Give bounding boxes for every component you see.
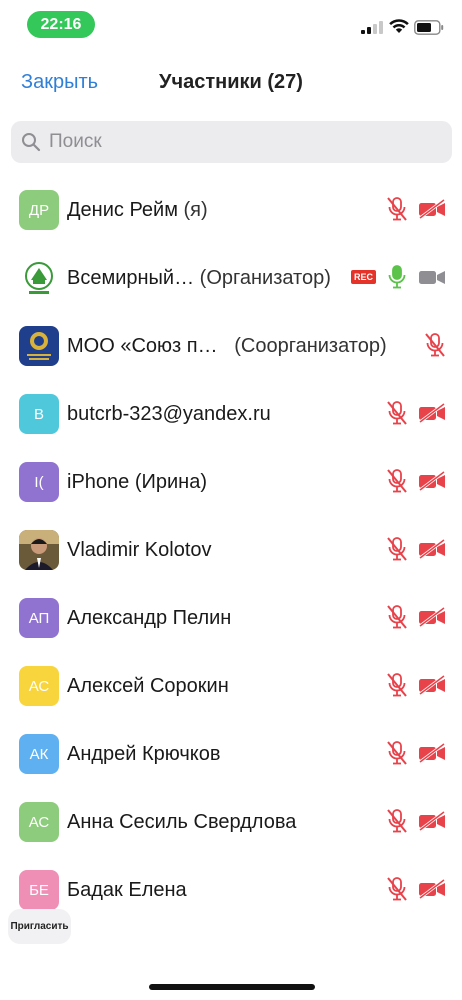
participant-name-text: Анна Сесиль Свердлова (67, 811, 297, 833)
participant-status-icons (424, 332, 446, 358)
participants-list: ДР Денис Рейм (я) Всемирный… (Организатор)… (0, 176, 462, 924)
search-input[interactable] (47, 130, 431, 154)
participant-status-icons (386, 400, 446, 426)
status-bar: 22:16 (0, 0, 462, 48)
participant-name-text: Vladimir Kolotov (67, 539, 212, 561)
microphone-muted-icon[interactable] (386, 468, 408, 494)
participant-role: (я) (183, 199, 208, 221)
participant-row[interactable]: АП Александр Пелин (0, 584, 462, 652)
participant-row[interactable]: Vladimir Kolotov (0, 516, 462, 584)
participant-status-icons: REC (350, 264, 446, 290)
microphone-muted-icon[interactable] (386, 672, 408, 698)
participant-row[interactable]: Всемирный… (Организатор) REC (0, 244, 462, 312)
participant-status-icons (386, 468, 446, 494)
participant-role: (Организатор) (199, 267, 331, 289)
video-off-icon[interactable] (418, 470, 446, 492)
video-off-icon[interactable] (418, 198, 446, 220)
battery-icon (414, 20, 444, 35)
microphone-muted-icon[interactable] (386, 876, 408, 902)
participant-name: Бадак Елена (67, 879, 187, 902)
video-camera-icon[interactable] (418, 266, 446, 288)
microphone-muted-icon[interactable] (386, 740, 408, 766)
avatar (19, 326, 59, 366)
microphone-on-icon[interactable] (386, 264, 408, 290)
avatar: АК (19, 734, 59, 774)
participant-name-text: Денис Рейм (67, 199, 178, 221)
participant-name: Vladimir Kolotov (67, 539, 212, 562)
participant-status-icons (386, 604, 446, 630)
participant-row[interactable]: АС Анна Сесиль Свердлова (0, 788, 462, 856)
avatar: I( (19, 462, 59, 502)
video-off-icon[interactable] (418, 538, 446, 560)
avatar: БЕ (19, 870, 59, 910)
participant-row[interactable]: БЕ Бадак Елена (0, 856, 462, 924)
microphone-muted-icon[interactable] (386, 400, 408, 426)
participant-name-text: Андрей Крючков (67, 743, 221, 765)
time-pill[interactable]: 22:16 (27, 11, 95, 38)
participant-status-icons (386, 740, 446, 766)
participant-name-text: Александр Пелин (67, 607, 232, 629)
video-off-icon[interactable] (418, 878, 446, 900)
invite-button[interactable]: Пригласить (8, 909, 71, 944)
microphone-muted-icon[interactable] (424, 332, 446, 358)
video-off-icon[interactable] (418, 742, 446, 764)
microphone-muted-icon[interactable] (386, 196, 408, 222)
nav-bar: Закрыть Участники (27) (0, 60, 462, 108)
participant-name-text: iPhone (Ирина) (67, 471, 207, 493)
participant-row[interactable]: ДР Денис Рейм (я) (0, 176, 462, 244)
avatar: ДР (19, 190, 59, 230)
participant-name: МОО «Союз п… (Соорганизатор) (67, 335, 387, 358)
wifi-icon (389, 19, 409, 33)
search-field[interactable] (11, 121, 452, 163)
cellular-signal-icon (361, 21, 383, 34)
microphone-muted-icon[interactable] (386, 808, 408, 834)
avatar (19, 258, 59, 298)
participant-status-icons (386, 876, 446, 902)
participant-status-icons (386, 196, 446, 222)
participant-row[interactable]: АС Алексей Сорокин (0, 652, 462, 720)
video-off-icon[interactable] (418, 606, 446, 628)
participant-name-text: Алексей Сорокин (67, 675, 229, 697)
participant-status-icons (386, 536, 446, 562)
avatar: АП (19, 598, 59, 638)
avatar: АС (19, 802, 59, 842)
microphone-muted-icon[interactable] (386, 604, 408, 630)
page-title: Участники (27) (159, 71, 303, 93)
participant-role: (Соорганизатор) (234, 335, 387, 357)
microphone-muted-icon[interactable] (386, 536, 408, 562)
participant-status-icons (386, 808, 446, 834)
video-off-icon[interactable] (418, 674, 446, 696)
participant-row[interactable]: МОО «Союз п… (Соорганизатор) (0, 312, 462, 380)
search-icon (22, 133, 41, 152)
recording-badge: REC (350, 270, 376, 284)
participant-name: butcrb-323@yandex.ru (67, 403, 271, 426)
participant-name: Анна Сесиль Свердлова (67, 811, 296, 834)
home-indicator[interactable] (149, 984, 315, 990)
participant-name-text: МОО «Союз п… (67, 335, 218, 357)
participant-name: Денис Рейм (я) (67, 199, 208, 222)
participant-name: Андрей Крючков (67, 743, 221, 766)
participant-row[interactable]: Bbutcrb-323@yandex.ru (0, 380, 462, 448)
participant-row[interactable]: АК Андрей Крючков (0, 720, 462, 788)
avatar: АС (19, 666, 59, 706)
video-off-icon[interactable] (418, 810, 446, 832)
avatar (19, 530, 59, 570)
avatar: B (19, 394, 59, 434)
participant-name: iPhone (Ирина) (67, 471, 207, 494)
participant-row[interactable]: I( iPhone (Ирина) (0, 448, 462, 516)
participant-name-text: Бадак Елена (67, 879, 187, 901)
participant-name: Алексей Сорокин (67, 675, 229, 698)
participant-status-icons (386, 672, 446, 698)
participant-name-text: Всемирный… (67, 267, 195, 289)
participant-name: Александр Пелин (67, 607, 231, 630)
video-off-icon[interactable] (418, 402, 446, 424)
participant-name: Всемирный… (Организатор) (67, 267, 331, 290)
participant-name-text: butcrb-323@yandex.ru (67, 403, 271, 425)
